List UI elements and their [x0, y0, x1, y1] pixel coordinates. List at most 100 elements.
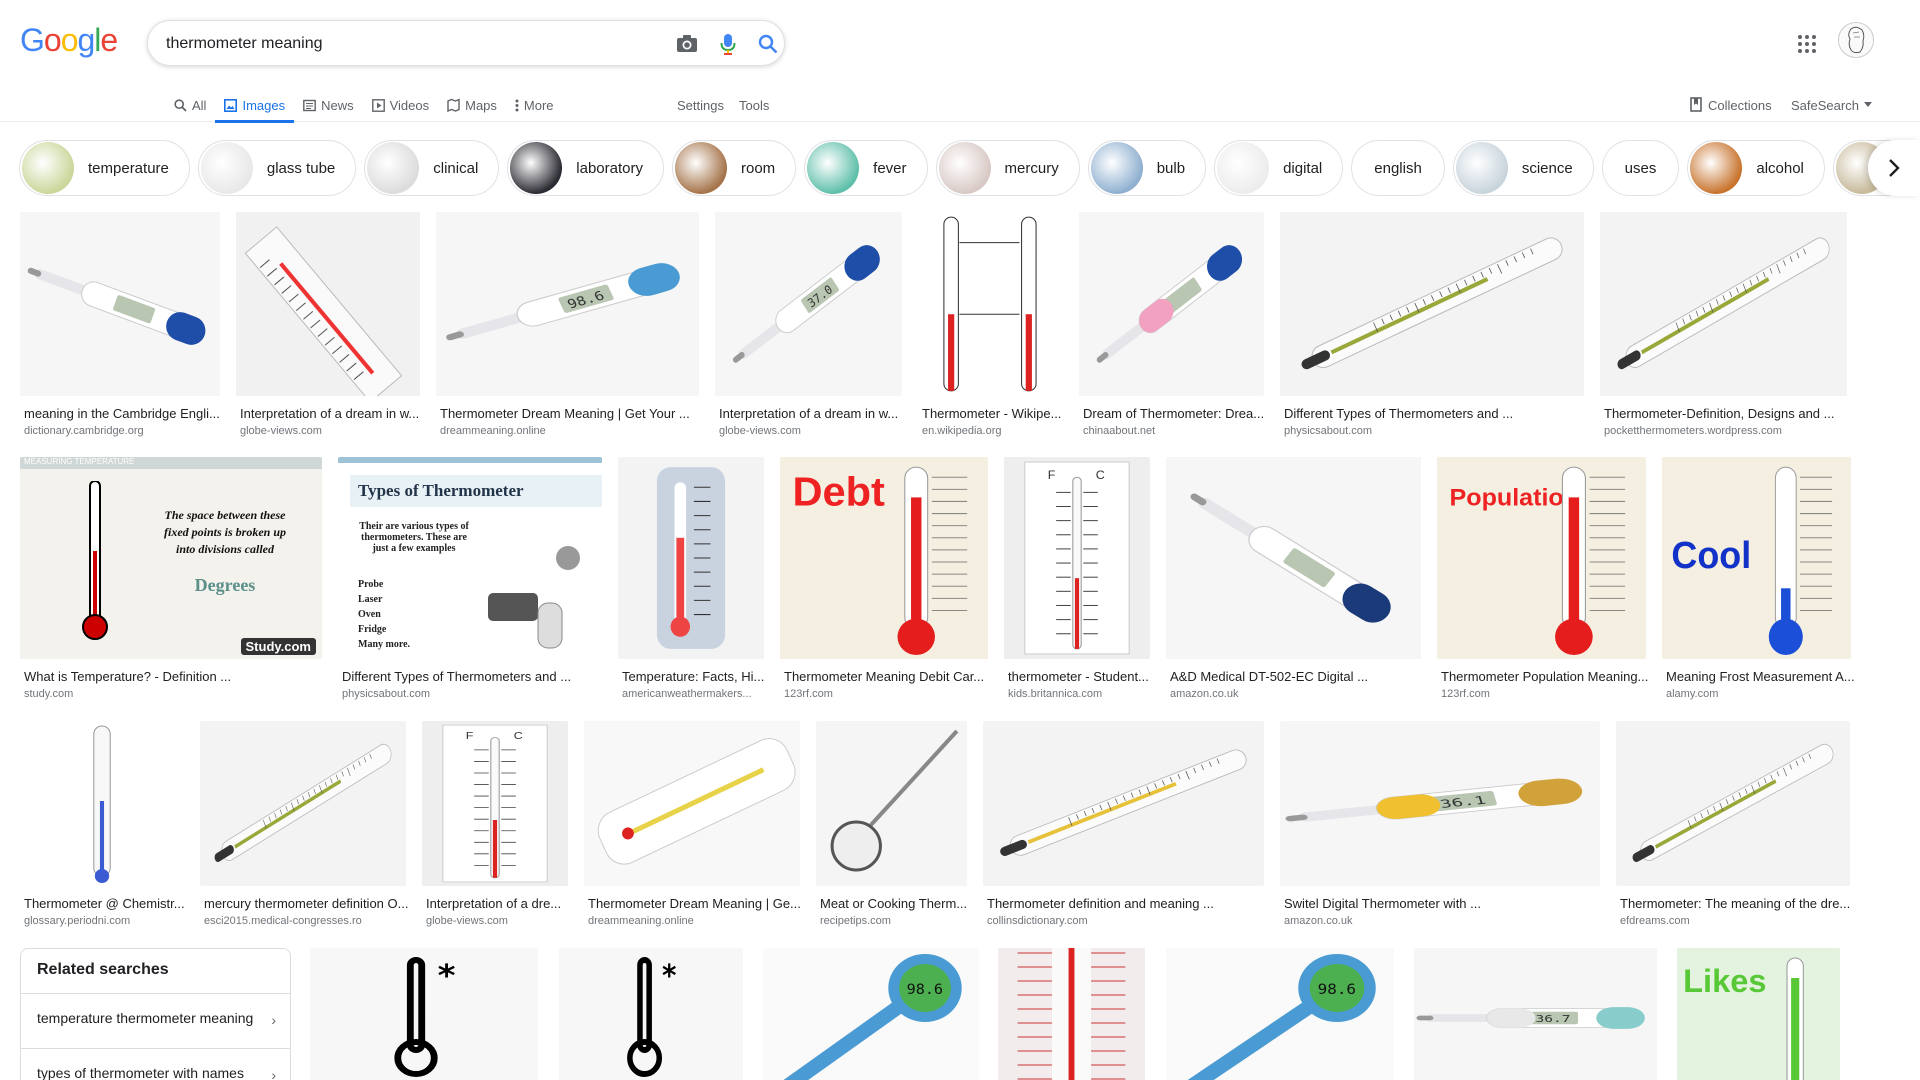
refinement-chip[interactable]: mercury [935, 140, 1080, 196]
google-logo[interactable]: Google [20, 22, 118, 59]
image-thumbnail[interactable] [918, 212, 1063, 396]
image-thumbnail[interactable]: * [559, 948, 743, 1080]
image-thumbnail[interactable] [1079, 212, 1264, 396]
image-result[interactable]: Thermometer @ Chemistr... glossary.period… [20, 721, 185, 934]
image-caption[interactable]: Temperature: Facts, Hi... [622, 669, 768, 684]
image-result[interactable]: Thermometer-Definition, Designs and ... p… [1600, 212, 1847, 444]
image-result[interactable]: Thermometer Dream Meaning | Ge... dreamme… [584, 721, 801, 934]
image-caption[interactable]: A&D Medical DT-502-EC Digital ... [1170, 669, 1425, 684]
image-result[interactable]: Different Types of Thermometers and ... p… [1280, 212, 1584, 444]
tab-all[interactable]: All [165, 88, 215, 122]
refinement-chip[interactable]: alcohol [1687, 140, 1825, 196]
image-result[interactable]: Interpretation of a dream in w... globe-v… [236, 212, 420, 444]
image-result[interactable]: 98.6 [763, 948, 979, 1080]
image-caption[interactable]: Thermometer Dream Meaning | Get Your ... [440, 406, 703, 421]
image-thumbnail[interactable]: 98.6 [763, 948, 979, 1080]
image-caption[interactable]: meaning in the Cambridge Engli... [24, 406, 224, 421]
image-thumbnail[interactable]: 37.0 [715, 212, 902, 396]
chevron-right-icon[interactable] [1868, 140, 1920, 196]
image-thumbnail[interactable]: Types of Thermometer Their are various t… [338, 457, 602, 659]
apps-grid-icon[interactable] [1795, 32, 1819, 56]
search-input[interactable] [166, 33, 626, 55]
image-result[interactable]: Debt Thermometer Meaning Debit Car... 123… [780, 457, 988, 707]
tab-more[interactable]: More [506, 88, 563, 122]
image-thumbnail[interactable] [20, 721, 184, 886]
safesearch-button[interactable]: SafeSearch [1782, 88, 1881, 122]
image-caption[interactable]: Different Types of Thermometers and ... [342, 669, 606, 684]
image-caption[interactable]: Interpretation of a dre... [426, 896, 572, 911]
image-caption[interactable]: Interpretation of a dream in w... [240, 406, 424, 421]
image-thumbnail[interactable] [983, 721, 1264, 886]
image-result[interactable]: Thermometer definition and meaning ... co… [983, 721, 1264, 934]
tab-videos[interactable]: Videos [363, 88, 439, 122]
image-result[interactable]: Temperature: Facts, Hi... americanweather… [618, 457, 764, 707]
image-caption[interactable]: Different Types of Thermometers and ... [1284, 406, 1588, 421]
image-thumbnail[interactable] [1600, 212, 1847, 396]
image-caption[interactable]: Dream of Thermometer: Drea... [1083, 406, 1268, 421]
image-thumbnail[interactable] [236, 212, 420, 396]
refinement-chip[interactable]: fever [804, 140, 928, 196]
image-thumbnail[interactable]: * [310, 948, 538, 1080]
tab-settings[interactable]: Settings [668, 88, 733, 122]
image-result[interactable]: Dream of Thermometer: Drea... chinaabout.… [1079, 212, 1264, 444]
image-thumbnail[interactable] [618, 457, 764, 659]
refinement-chip[interactable]: room [671, 140, 797, 196]
image-caption[interactable]: Thermometer-Definition, Designs and ... [1604, 406, 1851, 421]
image-thumbnail[interactable]: 36.1 [1280, 721, 1600, 886]
image-result[interactable]: MEASURING TEMPERATURE The space between … [20, 457, 322, 707]
image-thumbnail[interactable]: FC [422, 721, 568, 886]
image-caption[interactable]: Switel Digital Thermometer with ... [1284, 896, 1604, 911]
image-result[interactable]: F Cthermometer - Student... kids.britannic… [1004, 457, 1150, 707]
image-thumbnail[interactable] [1166, 457, 1421, 659]
tab-maps[interactable]: Maps [438, 88, 506, 122]
image-thumbnail[interactable] [816, 721, 967, 886]
refinement-chip[interactable]: english [1351, 140, 1445, 196]
image-thumbnail[interactable]: Likes [1677, 948, 1840, 1080]
refinement-chip[interactable]: uses [1601, 140, 1680, 196]
image-thumbnail[interactable] [998, 948, 1145, 1080]
image-caption[interactable]: Thermometer @ Chemistr... [24, 896, 188, 911]
refinement-chip[interactable]: glass tube [197, 140, 357, 196]
camera-icon[interactable] [675, 32, 699, 56]
avatar[interactable] [1838, 22, 1874, 58]
refinement-chip[interactable]: bulb [1087, 140, 1207, 196]
image-result[interactable]: Likes [1677, 948, 1840, 1080]
microphone-icon[interactable] [716, 32, 740, 56]
image-result[interactable]: 36.7 [1414, 948, 1657, 1080]
tab-images[interactable]: Images [215, 88, 294, 123]
image-result[interactable]: Thermometer - Wikipe... en.wikipedia.org [918, 212, 1063, 444]
refinement-chip[interactable]: temperature [19, 140, 190, 196]
image-thumbnail[interactable] [200, 721, 406, 886]
image-caption[interactable]: Thermometer Population Meaning... [1441, 669, 1650, 684]
refinement-chip[interactable]: clinical [364, 140, 500, 196]
image-result[interactable]: Meat or Cooking Therm... recipetips.com [816, 721, 967, 934]
image-result[interactable]: meaning in the Cambridge Engli... diction… [20, 212, 220, 444]
collections-button[interactable]: Collections [1680, 88, 1781, 122]
image-result[interactable]: 36.1 Switel Digital Thermometer with ...… [1280, 721, 1600, 934]
image-caption[interactable]: Thermometer Meaning Debit Car... [784, 669, 992, 684]
search-icon[interactable] [756, 32, 780, 56]
image-caption[interactable]: Interpretation of a dream in w... [719, 406, 906, 421]
image-result[interactable]: Thermometer: The meaning of the dre... ef… [1616, 721, 1850, 934]
image-caption[interactable]: Thermometer Dream Meaning | Ge... [588, 896, 804, 911]
tab-news[interactable]: News [294, 88, 363, 122]
image-result[interactable]: 98.6 [1166, 948, 1394, 1080]
image-thumbnail[interactable] [1616, 721, 1850, 886]
image-caption[interactable]: Meaning Frost Measurement A... [1666, 669, 1855, 684]
image-result[interactable]: 98.6 Thermometer Dream Meaning | Get You… [436, 212, 699, 444]
image-result[interactable]: mercury thermometer definition O... esci2… [200, 721, 408, 934]
refinement-chip[interactable]: laboratory [507, 140, 664, 196]
image-thumbnail[interactable]: MEASURING TEMPERATURE The space between … [20, 457, 322, 659]
image-result[interactable] [998, 948, 1145, 1080]
related-search-item[interactable]: temperature thermometer meaning › [21, 993, 290, 1048]
image-result[interactable]: * [310, 948, 538, 1080]
image-thumbnail[interactable]: 36.7 [1414, 948, 1657, 1080]
image-thumbnail[interactable]: Debt [780, 457, 988, 659]
image-caption[interactable]: What is Temperature? - Definition ... [24, 669, 326, 684]
image-thumbnail[interactable] [20, 212, 220, 396]
image-result[interactable]: 37.0 Interpretation of a dream in w... gl… [715, 212, 902, 444]
image-caption[interactable]: Meat or Cooking Therm... [820, 896, 971, 911]
image-thumbnail[interactable] [584, 721, 800, 886]
image-result[interactable]: Cool Meaning Frost Measurement A... alamy… [1662, 457, 1855, 707]
image-caption[interactable]: Thermometer - Wikipe... [922, 406, 1067, 421]
